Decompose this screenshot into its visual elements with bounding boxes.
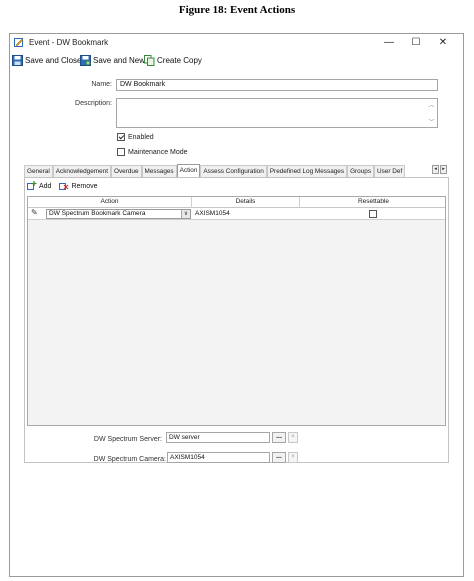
add-label: Add [39,183,52,190]
action-toolbar: Add Remove [27,181,98,192]
description-scrollbar[interactable]: ︿ ﹀ [427,100,436,126]
tab-groups[interactable]: Groups [347,165,375,177]
column-details[interactable]: Details [192,197,300,208]
dw-camera-input[interactable]: AXISM1054 [167,452,270,463]
dw-server-browse-button[interactable]: ... [272,432,286,443]
remove-icon [59,181,69,192]
tab-action[interactable]: Action [176,164,201,177]
add-action-button[interactable]: Add [27,181,51,192]
title-bar: Event - DW Bookmark — ☐ ✕ [10,34,463,51]
tab-assess-configuration[interactable]: Assess Configuration [200,165,267,177]
tab-messages[interactable]: Messages [141,165,177,177]
description-input[interactable]: ︿ ﹀ [116,98,438,128]
tab-overdue[interactable]: Overdue [110,165,142,177]
close-button[interactable]: ✕ [430,35,456,50]
remove-label: Remove [71,183,98,190]
actions-grid: Action Details Resettable ✎ DW Spectrum … [27,196,446,426]
action-dropdown[interactable]: DW Spectrum Bookmark Camera ∨ [46,209,191,219]
maintenance-mode-checkbox[interactable] [117,148,125,156]
tab-scroll-left-icon[interactable]: ◂ [432,165,439,174]
tab-scroll-buttons: ◂ ▸ [432,165,447,174]
tab-scroll-right-icon[interactable]: ▸ [440,165,447,174]
save-disk-icon [12,55,23,66]
event-window: Event - DW Bookmark — ☐ ✕ Save and Close [9,33,464,577]
description-label: Description: [75,100,112,107]
dw-server-clear-icon[interactable]: × [288,432,298,443]
column-action[interactable]: Action [28,197,192,208]
resettable-checkbox[interactable] [369,210,377,218]
copy-icon [144,55,155,66]
enabled-checkbox[interactable] [117,133,125,141]
app-pencil-icon [14,37,24,47]
tab-user-def[interactable]: User Def [374,165,406,177]
tab-predefined-log-messages[interactable]: Predefined Log Messages [266,165,348,177]
scroll-down-icon[interactable]: ﹀ [427,117,436,126]
window-title: Event - DW Bookmark [29,38,109,47]
details-value[interactable]: AXISM1054 [195,209,230,219]
save-and-new-button[interactable]: Save and New [80,54,145,67]
chevron-down-icon[interactable]: ∨ [181,210,190,218]
maintenance-mode-label: Maintenance Mode [128,148,188,156]
enabled-checkbox-row[interactable]: Enabled [117,133,154,141]
maintenance-mode-checkbox-row[interactable]: Maintenance Mode [117,148,188,156]
remove-action-button[interactable]: Remove [59,181,98,192]
name-input[interactable]: DW Bookmark [116,79,438,91]
edit-row-icon: ✎ [31,208,38,217]
figure-caption: Figure 18: Event Actions [178,4,296,16]
add-icon [27,181,37,192]
maximize-button[interactable]: ☐ [403,35,429,50]
grid-header: Action Details Resettable [28,197,445,208]
action-tab-panel: Add Remove Action Details Resettable ✎ D… [24,177,449,463]
dw-camera-label: DW Spectrum Camera: [93,456,166,463]
create-copy-label: Create Copy [157,56,202,65]
name-label: Name: [91,81,112,88]
save-new-icon [80,55,91,66]
action-value: DW Spectrum Bookmark Camera [49,210,146,217]
dw-server-label: DW Spectrum Server: [93,436,162,443]
column-resettable[interactable]: Resettable [300,197,447,208]
tab-strip: General Acknowledgement Overdue Messages… [24,164,437,177]
dw-server-input[interactable]: DW server [166,432,270,443]
scroll-up-icon[interactable]: ︿ [427,100,436,109]
save-and-close-label: Save and Close [25,56,82,65]
toolbar: Save and Close Save and New Create Copy [10,53,463,68]
tab-general[interactable]: General [24,165,53,177]
save-and-new-label: Save and New [93,56,146,65]
save-and-close-button[interactable]: Save and Close [12,54,81,67]
enabled-label: Enabled [128,133,154,141]
minimize-button[interactable]: — [376,35,402,50]
create-copy-button[interactable]: Create Copy [144,54,202,67]
dw-camera-clear-icon[interactable]: × [288,452,298,463]
table-row[interactable]: ✎ DW Spectrum Bookmark Camera ∨ AXISM105… [28,208,445,220]
tab-acknowledgement[interactable]: Acknowledgement [52,165,111,177]
dw-camera-browse-button[interactable]: ... [272,452,286,463]
